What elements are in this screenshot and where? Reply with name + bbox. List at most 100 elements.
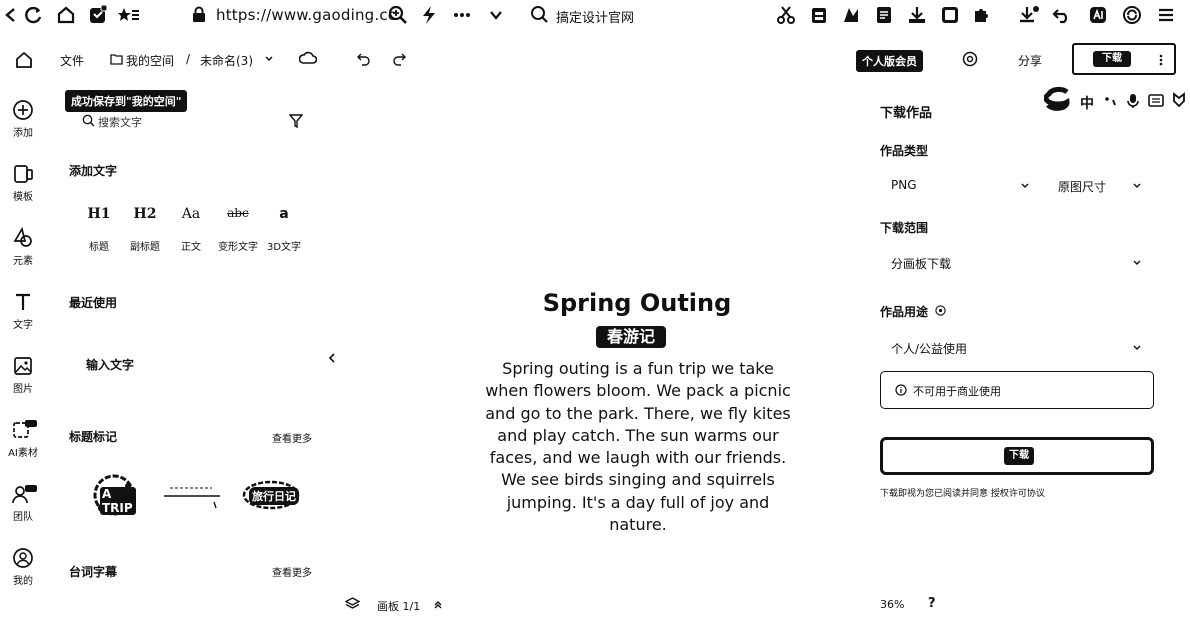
home-icon[interactable] bbox=[56, 5, 76, 25]
rail-item-add[interactable]: 添加 bbox=[0, 99, 46, 139]
body-line: We see birds singing and squirrels bbox=[501, 470, 775, 490]
chevron-down-icon[interactable] bbox=[1020, 181, 1030, 191]
filter-icon[interactable] bbox=[289, 114, 303, 128]
app-home-icon[interactable] bbox=[14, 50, 34, 70]
document-icon[interactable] bbox=[874, 5, 894, 25]
size-select[interactable]: 原图尺寸 bbox=[1058, 178, 1106, 195]
agreement-text[interactable]: 下载即视为您已阅读并同意 授权许可协议 bbox=[880, 486, 1045, 499]
download-tray-icon[interactable] bbox=[907, 5, 927, 25]
address-bar[interactable]: https://www.gaoding.cc bbox=[216, 6, 396, 24]
punctuation-icon[interactable] bbox=[1104, 96, 1118, 108]
body-line: when flowers bloom. We pack a picnic bbox=[485, 381, 791, 401]
team-icon bbox=[12, 483, 37, 505]
document-name[interactable]: 未命名(3) bbox=[200, 52, 253, 69]
chevron-down-icon[interactable] bbox=[1132, 181, 1142, 191]
download-top-button[interactable]: 下载 bbox=[1072, 43, 1176, 75]
rail-label: 我的 bbox=[13, 576, 33, 587]
chevron-up-icon[interactable] bbox=[433, 599, 443, 609]
range-select[interactable]: 分画板下载 bbox=[891, 255, 951, 272]
type-select[interactable]: PNG bbox=[891, 178, 917, 192]
info-help-icon[interactable] bbox=[935, 305, 946, 316]
rail-item-template[interactable]: 模板 bbox=[0, 163, 46, 203]
panel-search-input[interactable]: 搜索文字 bbox=[98, 114, 142, 130]
text-style-warp[interactable]: abc 变形文字 bbox=[214, 206, 262, 253]
undo-icon[interactable] bbox=[357, 52, 371, 66]
use-label: 作品用途 bbox=[880, 305, 929, 319]
target-settings-icon[interactable] bbox=[962, 51, 978, 67]
rail-label: 团队 bbox=[13, 512, 33, 523]
use-select[interactable]: 个人/公益使用 bbox=[891, 340, 967, 357]
redo-icon[interactable] bbox=[392, 52, 406, 66]
rail-item-elements[interactable]: 元素 bbox=[0, 227, 46, 267]
file-menu[interactable]: 文件 bbox=[60, 52, 84, 69]
add-text-heading: 添加文字 bbox=[69, 164, 118, 178]
browser-search-text[interactable]: 搞定设计官网 bbox=[556, 7, 634, 26]
sync-icon[interactable] bbox=[1122, 5, 1142, 25]
title-tag-sample-3[interactable]: 旅行日记 bbox=[242, 480, 300, 510]
search-icon[interactable] bbox=[530, 5, 550, 25]
canvas-title[interactable]: Spring Outing bbox=[0, 289, 1190, 317]
undo-arrow-icon[interactable] bbox=[1052, 5, 1072, 25]
help-button[interactable]: ? bbox=[928, 596, 936, 611]
h2-glyph: H2 bbox=[133, 206, 157, 222]
more-icon[interactable] bbox=[452, 5, 472, 25]
folder-icon bbox=[110, 53, 123, 65]
see-more-link-2[interactable]: 查看更多 bbox=[272, 564, 312, 579]
download-top-label: 下载 bbox=[1093, 51, 1131, 67]
keyboard-icon[interactable] bbox=[1148, 94, 1164, 107]
subtitles-heading: 台词字幕 bbox=[69, 565, 118, 579]
download-button[interactable]: 下载 bbox=[880, 437, 1154, 475]
title-tags-heading: 标题标记 bbox=[69, 430, 118, 444]
zoom-level[interactable]: 36% bbox=[880, 598, 904, 611]
menu-icon[interactable] bbox=[1156, 5, 1176, 25]
ai-assistant-icon[interactable] bbox=[1088, 5, 1108, 25]
user-icon bbox=[12, 547, 34, 569]
image-icon bbox=[12, 355, 34, 377]
rail-item-team[interactable]: 团队 bbox=[0, 483, 46, 523]
canvas-body-text[interactable]: Spring outing is a fun trip we take when… bbox=[478, 358, 798, 536]
rail-item-mine[interactable]: 我的 bbox=[0, 547, 46, 587]
extensions-puzzle-icon[interactable] bbox=[972, 5, 992, 25]
back-icon[interactable] bbox=[2, 5, 22, 25]
title-tag-sample-1[interactable]: A TRIP bbox=[92, 474, 136, 518]
screen-icon[interactable] bbox=[940, 5, 960, 25]
rail-item-ai-material[interactable]: AI素材 bbox=[0, 419, 46, 459]
text-style-label: 副标题 bbox=[130, 242, 160, 253]
collapse-panel-icon[interactable] bbox=[328, 352, 336, 364]
reading-list-icon[interactable] bbox=[118, 5, 139, 25]
scissors-icon[interactable] bbox=[776, 5, 796, 25]
skin-icon[interactable] bbox=[1172, 92, 1186, 108]
sogou-logo-icon[interactable] bbox=[1044, 86, 1072, 112]
layers-icon[interactable] bbox=[345, 597, 360, 611]
text-style-3d[interactable]: a 3D文字 bbox=[264, 206, 304, 253]
calendar-icon[interactable] bbox=[809, 5, 829, 25]
canvas-subtitle[interactable]: 春游记 bbox=[596, 326, 666, 348]
rail-item-image[interactable]: 图片 bbox=[0, 355, 46, 395]
page-indicator[interactable]: 画板 1/1 bbox=[377, 598, 420, 614]
text-style-body[interactable]: Aa 正文 bbox=[176, 206, 206, 253]
title-tag-sample-2[interactable] bbox=[164, 484, 220, 510]
see-more-link[interactable]: 查看更多 bbox=[272, 430, 312, 445]
more-vertical-icon[interactable] bbox=[1158, 53, 1164, 67]
extension-shield-icon[interactable] bbox=[88, 5, 108, 25]
zoom-icon[interactable] bbox=[388, 5, 408, 25]
ime-language[interactable]: 中 bbox=[1080, 93, 1094, 113]
my-space-link[interactable]: 我的空间 bbox=[126, 52, 174, 69]
notice-text: 不可用于商业使用 bbox=[913, 385, 1001, 398]
reload-icon[interactable] bbox=[24, 5, 44, 25]
puzzle-game-icon[interactable] bbox=[841, 5, 861, 25]
microphone-icon[interactable] bbox=[1127, 93, 1139, 109]
share-button[interactable]: 分享 bbox=[1018, 52, 1042, 69]
input-text-item[interactable]: 输入文字 bbox=[86, 356, 134, 373]
chevron-down-icon[interactable] bbox=[1132, 343, 1142, 353]
body-line: jumping. It's a day full of joy and natu… bbox=[506, 492, 770, 535]
vip-button[interactable]: 个人版会员 bbox=[856, 50, 923, 72]
lightning-icon[interactable] bbox=[421, 5, 441, 25]
text-style-h2[interactable]: H2 副标题 bbox=[126, 206, 164, 253]
chevron-down-icon[interactable] bbox=[486, 5, 506, 25]
cloud-save-icon[interactable] bbox=[299, 51, 317, 67]
chevron-down-icon[interactable] bbox=[1132, 258, 1142, 268]
text-style-h1[interactable]: H1 标题 bbox=[84, 206, 114, 253]
chevron-down-icon[interactable] bbox=[264, 55, 274, 63]
downloads-icon[interactable] bbox=[1018, 5, 1039, 25]
